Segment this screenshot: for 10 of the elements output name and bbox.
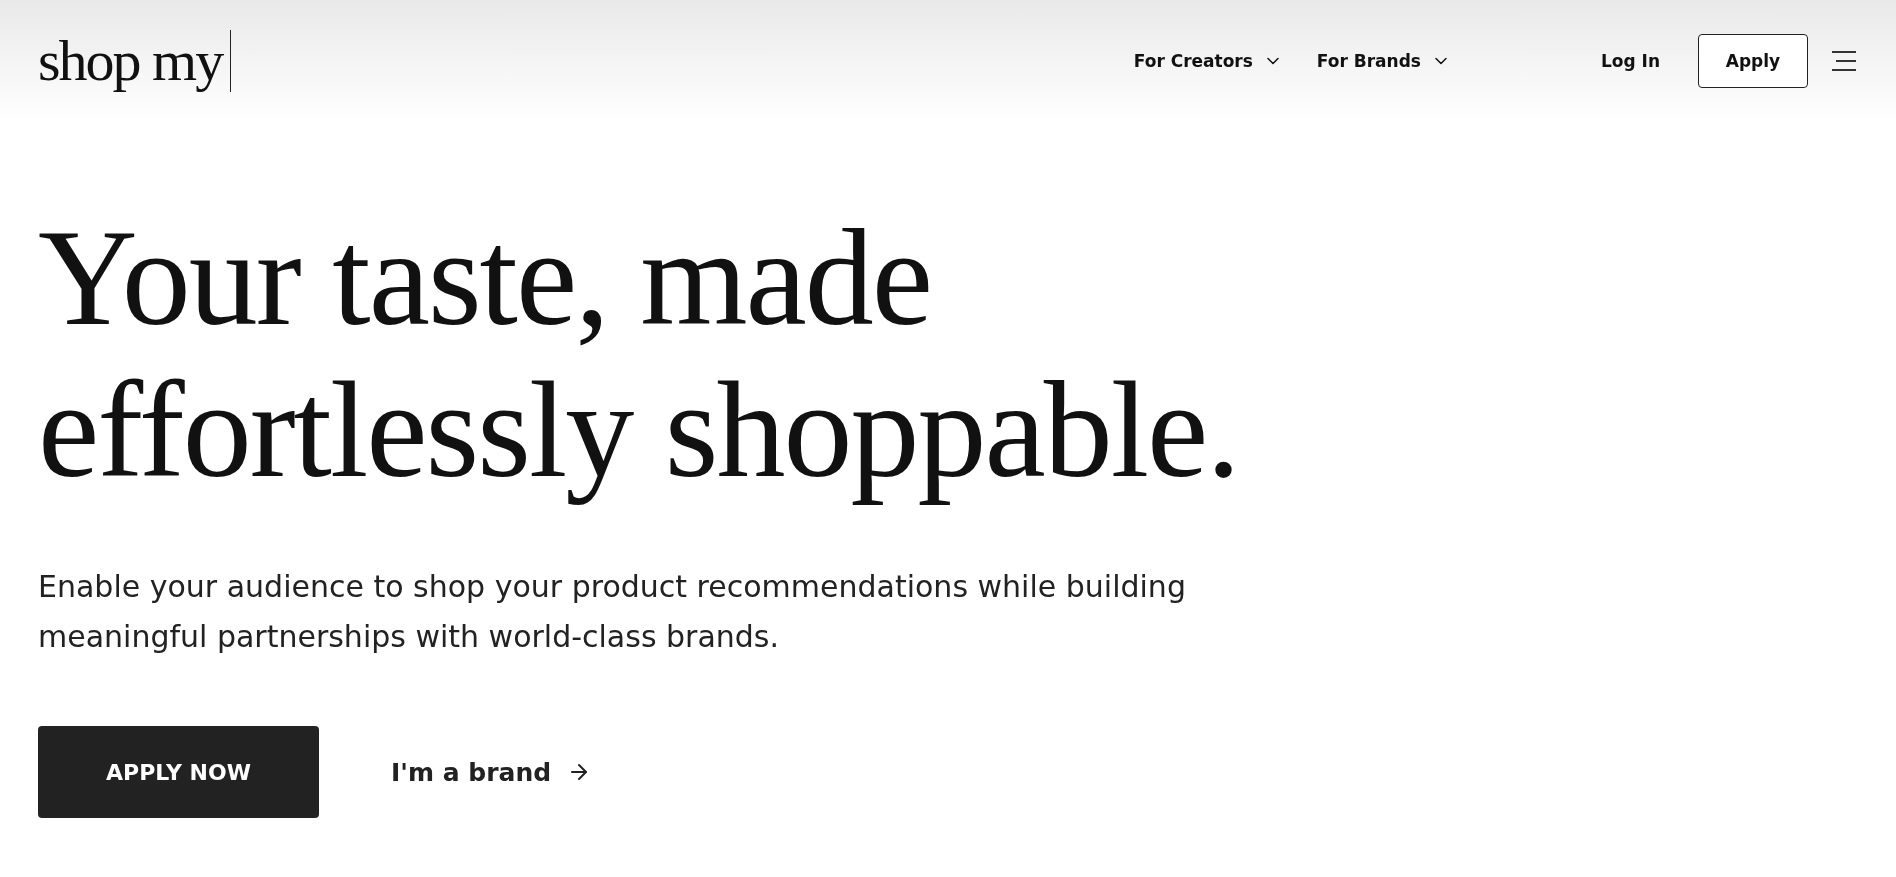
login-link[interactable]: Log In [1600, 51, 1660, 71]
nav-link[interactable]: For Brands [1316, 51, 1451, 71]
subtitle: Enable your audience to shop your product recommendations while building meaningful partnerships with world-class brands. [38, 568, 1187, 656]
apply-button[interactable]: Apply [1698, 34, 1808, 88]
nav-link[interactable]: For Creators [1133, 51, 1283, 71]
menu-icon[interactable] [1830, 49, 1858, 73]
brand-link[interactable]: I'm a brand [391, 757, 592, 787]
apply-now-button[interactable]: APPLY NOW [38, 726, 319, 818]
logo[interactable]: shop my [38, 30, 232, 92]
headline: Your taste, made effortlessly shoppable. [38, 202, 1240, 506]
